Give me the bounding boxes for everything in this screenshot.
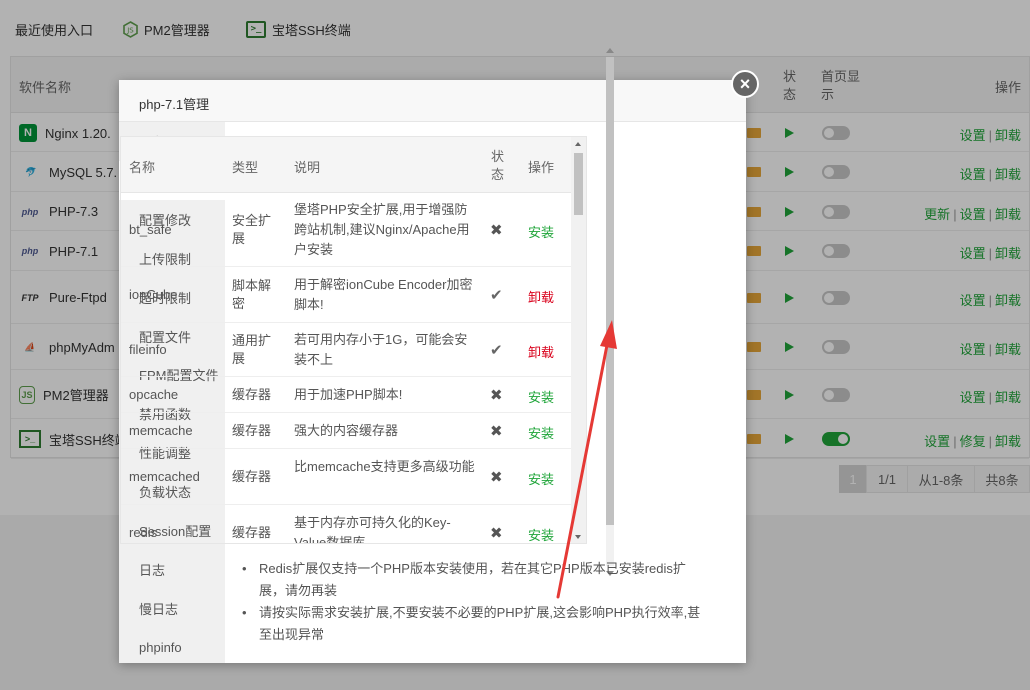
not-installed-x-icon: ✖ <box>490 387 503 404</box>
scroll-up-icon[interactable] <box>606 48 614 53</box>
extension-desc: 用于加速PHP脚本! <box>294 387 403 402</box>
scroll-thumb[interactable] <box>606 57 614 525</box>
installed-check-icon: ✔ <box>490 287 503 304</box>
extension-name: redis <box>129 525 158 540</box>
uninstall-link[interactable]: 卸载 <box>528 287 554 306</box>
extension-name: fileinfo <box>129 342 167 357</box>
ext-header-name: 名称 <box>129 160 156 175</box>
modal-menu-item[interactable]: 日志 <box>119 550 225 589</box>
extension-name: memcache <box>129 423 193 438</box>
ext-header-status-l2: 态 <box>491 167 505 182</box>
extension-row: redis 缓存器 基于内存亦可持久化的Key-Value数据库 ✖ 安装 <box>121 505 571 544</box>
modal-title: php-7.1管理 <box>139 97 210 112</box>
extension-desc: 堡塔PHP安全扩展,用于增强防跨站机制,建议Nginx/Apache用户安装 <box>294 202 470 257</box>
extension-type: 缓存器 <box>232 469 272 484</box>
extension-desc: 基于内存亦可持久化的Key-Value数据库 <box>294 515 451 544</box>
extension-row: bt_safe 安全扩展 堡塔PHP安全扩展,用于增强防跨站机制,建议Nginx/A… <box>121 193 571 267</box>
ext-scroll-down-icon[interactable] <box>575 535 581 539</box>
extension-name: opcache <box>129 387 179 402</box>
install-link[interactable]: 安装 <box>528 525 554 543</box>
extension-desc: 比memcache支持更多高级功能 <box>294 459 475 474</box>
ext-header-type: 类型 <box>232 160 259 175</box>
extension-desc: 强大的内容缓存器 <box>294 423 399 438</box>
notes-list: Redis扩展仅支持一个PHP版本安装使用，若在其它PHP版本已安装redis扩… <box>239 558 709 646</box>
extension-type: 通用扩展 <box>232 333 272 366</box>
ext-scroll-up-icon[interactable] <box>575 142 581 146</box>
extension-type: 安全扩展 <box>232 213 272 246</box>
extension-row: memcache 缓存器 强大的内容缓存器 ✖ 安装 <box>121 413 571 449</box>
not-installed-x-icon: ✖ <box>490 469 503 486</box>
extension-name: memcached <box>129 469 200 484</box>
uninstall-link[interactable]: 卸载 <box>528 342 554 361</box>
extension-name: bt_safe <box>129 222 172 237</box>
install-link[interactable]: 安装 <box>528 222 554 241</box>
extension-row: fileinfo 通用扩展 若可用内存小于1G，可能会安装不上 ✔ 卸载 <box>121 323 571 377</box>
modal-scrollbar[interactable] <box>604 45 616 578</box>
extension-row: opcache 缓存器 用于加速PHP脚本! ✖ 安装 <box>121 377 571 413</box>
install-link[interactable]: 安装 <box>528 469 554 488</box>
extension-desc: 若可用内存小于1G，可能会安装不上 <box>294 332 468 367</box>
close-icon[interactable]: × <box>731 70 759 98</box>
install-link[interactable]: 安装 <box>528 423 554 442</box>
extension-type: 脚本解密 <box>232 278 272 311</box>
extension-desc: 用于解密ionCube Encoder加密脚本! <box>294 277 473 312</box>
extension-name: ionCube <box>129 287 178 302</box>
not-installed-x-icon: ✖ <box>490 525 503 542</box>
extension-type: 缓存器 <box>232 525 272 540</box>
not-installed-x-icon: ✖ <box>490 423 503 440</box>
modal-header: php-7.1管理 <box>119 80 746 122</box>
extension-table: 名称 类型 说明 状态 操作 bt_safe 安全扩展 堡塔PHP安全扩展,用于增强… <box>120 136 587 544</box>
installed-check-icon: ✔ <box>490 342 503 359</box>
not-installed-x-icon: ✖ <box>490 222 503 239</box>
extension-table-header: 名称 类型 说明 状态 操作 <box>121 137 571 193</box>
install-link[interactable]: 安装 <box>528 387 554 406</box>
ext-scroll-thumb[interactable] <box>574 153 583 215</box>
modal-menu-item[interactable]: 慢日志 <box>119 589 225 628</box>
ext-header-op: 操作 <box>528 160 555 175</box>
extension-type: 缓存器 <box>232 387 272 402</box>
note-item: Redis扩展仅支持一个PHP版本安装使用，若在其它PHP版本已安装redis扩… <box>239 558 709 602</box>
extension-row: ionCube 脚本解密 用于解密ionCube Encoder加密脚本! ✔ 卸载 <box>121 267 571 323</box>
modal-menu-item[interactable]: phpinfo <box>119 628 225 667</box>
ext-header-desc: 说明 <box>294 160 321 175</box>
extension-scrollbar[interactable] <box>571 137 586 543</box>
ext-header-status: 状态 <box>491 148 504 184</box>
note-item: 请按实际需求安装扩展,不要安装不必要的PHP扩展,这会影响PHP执行效率,甚至出… <box>239 602 709 646</box>
ext-header-status-l1: 状 <box>491 149 505 164</box>
extension-row: memcached 缓存器 比memcache支持更多高级功能 ✖ 安装 <box>121 449 571 505</box>
extension-type: 缓存器 <box>232 423 272 438</box>
